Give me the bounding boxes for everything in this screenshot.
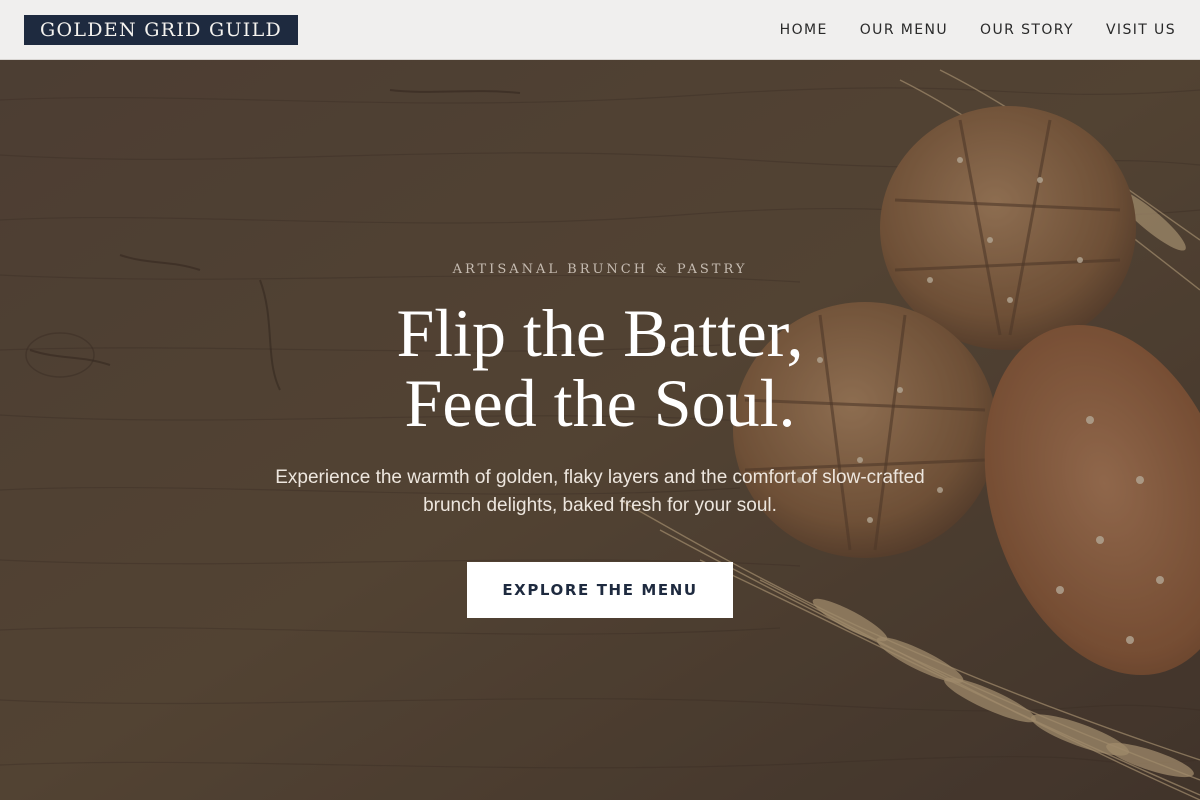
- hero-headline-line-2: Feed the Soul.: [404, 365, 796, 441]
- page: GOLDEN GRID GUILD HOME OUR MENU OUR STOR…: [0, 0, 1200, 800]
- hero-eyebrow: ARTISANAL BRUNCH & PASTRY: [452, 262, 748, 277]
- nav-link-visit-us[interactable]: VISIT US: [1106, 22, 1176, 38]
- nav-link-our-story[interactable]: OUR STORY: [980, 22, 1074, 38]
- hero-content: ARTISANAL BRUNCH & PASTRY Flip the Batte…: [0, 60, 1200, 800]
- nav-link-our-menu[interactable]: OUR MENU: [860, 22, 948, 38]
- hero-headline: Flip the Batter, Feed the Soul.: [200, 298, 1000, 438]
- nav-link-home[interactable]: HOME: [780, 22, 828, 38]
- hero-subtext: Experience the warmth of golden, flaky l…: [275, 467, 925, 516]
- nav-links: HOME OUR MENU OUR STORY VISIT US: [780, 0, 1176, 60]
- explore-menu-button[interactable]: EXPLORE THE MENU: [467, 562, 733, 618]
- hero-headline-line-1: Flip the Batter,: [396, 295, 804, 371]
- brand-logo[interactable]: GOLDEN GRID GUILD: [24, 15, 299, 45]
- hero-section: ARTISANAL BRUNCH & PASTRY Flip the Batte…: [0, 60, 1200, 800]
- top-navigation: GOLDEN GRID GUILD HOME OUR MENU OUR STOR…: [0, 0, 1200, 60]
